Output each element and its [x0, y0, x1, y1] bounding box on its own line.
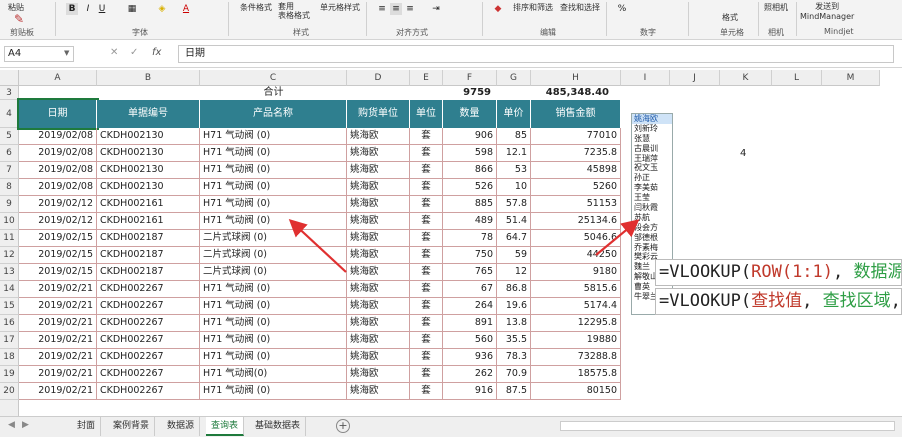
formula-tooltip-1: =VLOOKUP(ROW(1:1), 数据源! — [655, 259, 902, 286]
tip2-arg1: 查找值 — [751, 291, 803, 311]
tip1-arg1: ROW(1:1) — [751, 262, 834, 282]
sheet-tab[interactable]: 案例背景 — [108, 417, 156, 436]
sheet-tab[interactable]: 查询表 — [206, 417, 245, 436]
sheet-tab-bar: ◀ ▶ 封面 案例背景 数据源 查询表 基础数据表 + — [0, 416, 902, 437]
annotation-arrows — [288, 219, 640, 273]
tip2-comma: , — [802, 291, 823, 311]
tip1-comma: , — [833, 262, 854, 282]
sheet-tab[interactable]: 封面 — [72, 417, 102, 436]
arrow-to-list — [595, 219, 640, 256]
arrow-to-product — [288, 219, 347, 273]
prev-sheet-icon[interactable]: ◀ — [8, 420, 15, 430]
tip1-func: =VLOOKUP( — [659, 262, 752, 282]
tip1-arg2: 数据源! — [853, 262, 902, 282]
add-sheet-icon[interactable]: + — [336, 419, 350, 433]
formula-tooltip-2: =VLOOKUP(查找值, 查找区域, — [655, 288, 902, 315]
horizontal-scrollbar[interactable] — [560, 421, 895, 431]
tip2-comma2: , — [890, 291, 901, 311]
sheet-tab[interactable]: 数据源 — [162, 417, 201, 436]
tip2-func: =VLOOKUP( — [659, 291, 752, 311]
sheet-tab[interactable]: 基础数据表 — [250, 417, 307, 436]
next-sheet-icon[interactable]: ▶ — [22, 420, 29, 430]
tip2-arg2: 查找区域 — [822, 291, 891, 311]
